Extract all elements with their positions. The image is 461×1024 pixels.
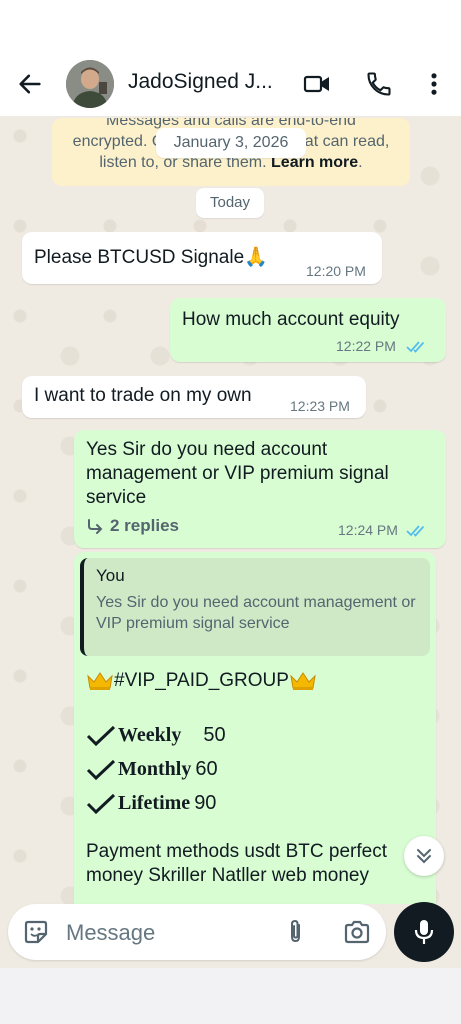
message-placeholder[interactable]: Message [66,920,155,946]
phone-icon[interactable] [365,70,393,98]
encryption-suffix: . [358,154,363,171]
reply-arrow-icon [88,519,103,534]
double-chevron-down-icon [417,849,431,864]
replies-count: 2 replies [110,516,179,535]
crown-icon [290,672,316,690]
microphone-icon [414,920,434,944]
back-arrow-icon[interactable] [16,70,44,98]
plan-name: Monthly [118,758,192,780]
plan-price: 90 [194,792,217,814]
scroll-down-button[interactable] [404,836,444,876]
contact-name[interactable]: JadoSigned J... [128,70,288,94]
replies-link[interactable]: 2 replies [86,516,179,536]
plan-row: Monthly 60 [86,758,218,781]
plan-row: Lifetime 90 [86,792,216,815]
read-ticks-icon [406,341,425,353]
payment-methods-text: Payment methods usdt BTC perfect money S… [86,841,387,886]
vip-group-line: #VIP_PAID_GROUP [86,670,317,692]
chat-area[interactable]: Messages and calls are end-to-end encryp… [0,116,461,904]
vip-group-tag: #VIP_PAID_GROUP [114,670,289,691]
message-time: 12:24 PM [338,522,398,538]
message-time: 12:22 PM [336,338,396,354]
camera-icon[interactable] [342,918,372,946]
video-call-icon[interactable] [303,70,331,98]
check-mark-icon [86,759,116,780]
system-navigation-bar [0,968,461,1024]
plan-price: 60 [195,758,218,780]
message-text: How much account equity [182,309,400,330]
today-chip: Today [196,188,264,218]
plan-row: Weekly 50 [86,724,226,747]
plan-name: Weekly [118,724,182,746]
more-vert-icon[interactable] [420,70,448,98]
plan-price: 50 [203,724,226,746]
chat-header: JadoSigned J... [0,50,461,116]
message-bubble-incoming[interactable]: Please BTCUSD Signale🙏 12:20 PM [22,232,382,284]
microphone-button[interactable] [394,902,454,962]
date-chip: January 3, 2026 [156,128,306,158]
crown-icon [87,672,113,690]
status-bar [0,0,461,50]
attach-icon[interactable] [282,918,310,946]
check-mark-icon [86,725,116,746]
read-ticks-icon [406,525,425,537]
quote-author: You [96,566,125,585]
message-text: Please BTCUSD Signale🙏 [34,247,268,268]
message-input-box[interactable]: Message [8,904,386,960]
quote-text: Yes Sir do you need account management o… [96,594,416,632]
message-time: 12:23 PM [290,398,350,414]
message-text: Yes Sir do you need account management o… [86,439,389,508]
message-bubble-outgoing[interactable]: Yes Sir do you need account management o… [74,430,446,548]
check-mark-icon [86,793,116,814]
plan-name: Lifetime [118,792,191,814]
message-time: 12:20 PM [306,263,366,279]
message-bubble-outgoing[interactable]: How much account equity 12:22 PM [170,298,446,362]
emoji-sticker-icon[interactable] [22,918,50,946]
message-bubble-incoming[interactable]: I want to trade on my own 12:23 PM [22,376,366,418]
message-text: I want to trade on my own [34,385,252,406]
quoted-message[interactable]: You Yes Sir do you need account manageme… [80,558,430,656]
avatar[interactable] [66,60,114,108]
message-bubble-outgoing-reply[interactable]: You Yes Sir do you need account manageme… [74,552,436,904]
message-composer: Message [0,902,461,968]
